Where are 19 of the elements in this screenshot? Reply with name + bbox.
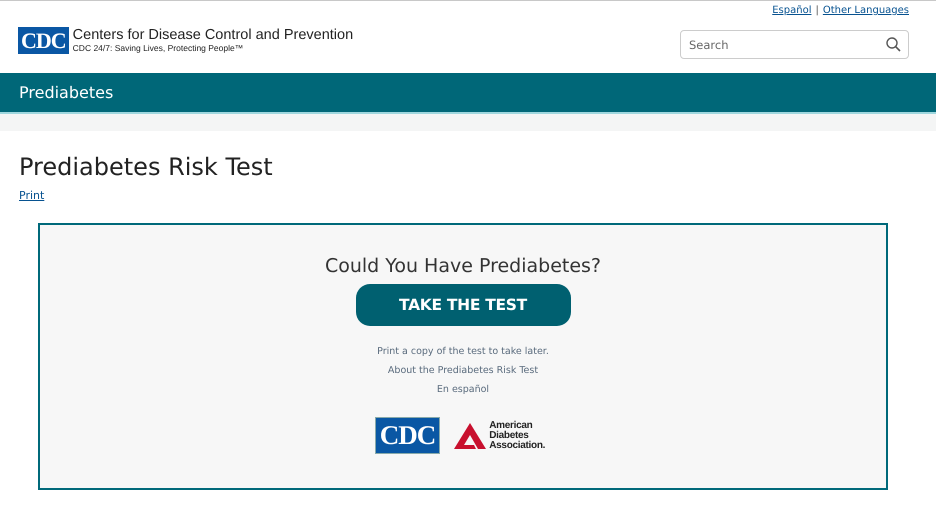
cdc-logo[interactable]: CDC [18,27,69,54]
promo-link[interactable]: En español [436,384,490,395]
page-title: Prediabetes Risk Test [19,153,274,181]
association-name: American Diabetes Association. [489,420,546,450]
promo-link[interactable]: About the Prediabetes Risk Test [388,365,538,376]
search-field[interactable]: Search [680,30,909,59]
promo-heading: Could You Have Prediabetes? [324,255,602,277]
separator: | [815,5,819,16]
agency-name: Centers for Disease Control and Prevention [72,28,354,42]
promo-link[interactable]: Print a copy of the test to take later. [377,346,549,357]
topic-title[interactable]: Prediabetes [19,83,114,102]
take-test-button[interactable]: TAKE THE TEST [356,284,570,326]
tagline: CDC 24/7: Saving Lives, Protecting People™ [72,42,244,54]
search-icon[interactable] [886,37,901,52]
print-link[interactable]: Print [19,189,44,202]
language-link[interactable]: Other Languages [822,5,909,16]
language-link[interactable]: Español [772,5,812,16]
triangle-logo-icon [454,422,486,448]
cdc-logo: CDC [374,417,440,454]
